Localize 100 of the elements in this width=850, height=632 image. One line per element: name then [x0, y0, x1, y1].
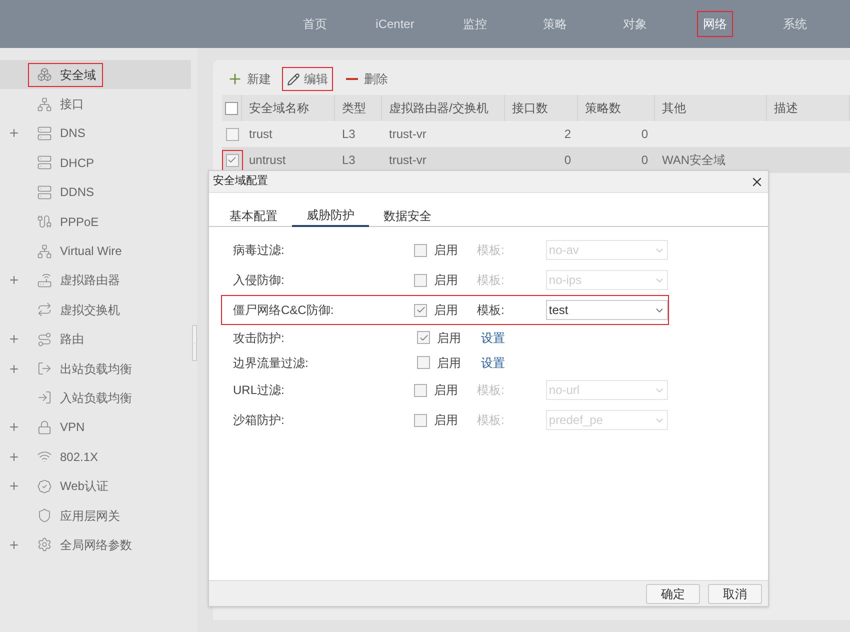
shield-icon — [37, 508, 52, 524]
check-icon — [416, 305, 426, 315]
checkbox[interactable] — [414, 274, 428, 286]
field-label: 模板: — [477, 242, 506, 259]
collapse-handle[interactable] — [192, 325, 197, 361]
template-select[interactable]: test — [546, 300, 668, 320]
checkbox[interactable] — [226, 154, 238, 166]
network-icon — [37, 244, 52, 259]
sidebar-item[interactable]: 安全域 — [0, 60, 191, 90]
table-cell: L3 — [342, 127, 356, 141]
table-cell: 0 — [564, 153, 571, 167]
lock-icon — [37, 420, 52, 435]
dialog-button[interactable]: 确定 — [646, 584, 700, 604]
expand-icon[interactable] — [8, 480, 20, 492]
dialog-tab[interactable]: 数据安全 — [369, 205, 446, 227]
table-cell: WAN安全域 — [662, 153, 726, 167]
sidebar-item[interactable]: DDNS — [0, 178, 191, 207]
column-header: 类型 — [335, 95, 382, 121]
column-header: 策略数 — [578, 95, 655, 121]
dialog-tab[interactable]: 基本配置 — [215, 205, 292, 227]
checkbox[interactable] — [417, 331, 430, 344]
sidebar-item[interactable]: PPPoE — [0, 206, 191, 236]
expand-icon[interactable] — [8, 538, 20, 551]
table-row[interactable]: trust L3 trust-vr 2 0 — [222, 121, 850, 147]
field-label: 模板: — [477, 272, 506, 289]
column-header: 接口数 — [505, 95, 578, 121]
sidebar-item[interactable]: 路由 — [0, 324, 191, 354]
server-icon — [37, 126, 52, 141]
nav-tab[interactable]: 监控 — [435, 11, 515, 37]
checkbox-label: 启用 — [437, 354, 461, 372]
sidebar-item[interactable]: Virtual Wire — [0, 236, 191, 266]
expand-icon[interactable] — [8, 362, 20, 375]
sidebar-item[interactable]: VPN — [0, 412, 191, 442]
table-cell: trust-vr — [389, 153, 426, 167]
table-cell: L3 — [342, 153, 356, 167]
field-label: 边界流量过滤: — [233, 354, 310, 372]
sidebar-item[interactable]: DHCP — [0, 148, 191, 178]
field-label: 模板: — [477, 382, 506, 399]
check-icon — [418, 332, 428, 342]
gear-icon — [37, 537, 52, 552]
checkbox[interactable] — [414, 304, 428, 316]
checkbox[interactable] — [414, 414, 428, 426]
table-cell: untrust — [249, 153, 286, 167]
table-row[interactable]: untrust L3 trust-vr 0 0 WAN安全域 — [222, 147, 850, 173]
server-icon — [37, 155, 52, 170]
nav-tab[interactable]: iCenter — [355, 11, 435, 37]
sidebar-item[interactable]: DNS — [0, 118, 191, 148]
field-label: 沙箱防护: — [233, 412, 286, 429]
checkbox[interactable] — [414, 384, 428, 396]
nav-tab[interactable]: 系统 — [755, 11, 835, 37]
settings-link[interactable]: 设置 — [481, 328, 505, 346]
sidebar-item[interactable]: 应用层网关 — [0, 500, 191, 530]
dialog-button[interactable]: 取消 — [708, 584, 762, 604]
settings-link[interactable]: 设置 — [481, 354, 505, 372]
sidebar-item[interactable]: Web认证 — [0, 471, 191, 501]
expand-icon[interactable] — [8, 274, 20, 286]
nav-tab[interactable]: 策略 — [515, 11, 595, 37]
badge-icon — [37, 478, 52, 494]
repeat-icon — [37, 302, 52, 318]
sidebar-item[interactable]: 全局网络参数 — [0, 530, 191, 560]
checkbox[interactable] — [417, 356, 430, 369]
sidebar-item[interactable]: 接口 — [0, 89, 191, 119]
expand-icon[interactable] — [8, 127, 20, 140]
toolbar-button[interactable]: 删除 — [339, 67, 393, 91]
checkbox[interactable] — [225, 102, 238, 114]
column-header: 虚拟路由器/交换机 — [382, 95, 505, 121]
checkbox-label: 启用 — [434, 382, 458, 399]
checkbox-label: 启用 — [434, 272, 458, 289]
checkbox-label: 启用 — [434, 412, 458, 429]
field-label: 模板: — [477, 302, 506, 319]
table-cell: trust-vr — [389, 127, 426, 141]
checkbox-label: 启用 — [434, 302, 458, 319]
sidebar-item[interactable]: 虚拟交换机 — [0, 295, 191, 325]
sidebar-item[interactable]: 入站负载均衡 — [0, 383, 191, 413]
toolbar-button[interactable]: 编辑 — [282, 67, 333, 91]
exit-icon — [37, 361, 52, 376]
server-icon — [37, 184, 52, 200]
nav-tab[interactable]: 对象 — [595, 11, 675, 37]
cable-icon — [37, 214, 52, 230]
table-cell: 2 — [564, 127, 571, 141]
sidebar-item[interactable]: 虚拟路由器 — [0, 266, 191, 296]
add-icon — [227, 71, 243, 87]
checkbox-label: 启用 — [434, 242, 458, 259]
dialog-title: 安全域配置 — [213, 174, 268, 190]
checkbox[interactable] — [414, 244, 428, 256]
expand-icon[interactable] — [8, 333, 20, 346]
sidebar-item[interactable]: 802.1X — [0, 442, 191, 472]
sidebar-item[interactable]: 出站负载均衡 — [0, 354, 191, 384]
checkbox-label: 启用 — [437, 330, 461, 346]
route-icon — [37, 332, 52, 347]
dialog-tab[interactable]: 威胁防护 — [292, 205, 369, 227]
toolbar-button[interactable]: 新建 — [222, 67, 276, 91]
checkbox[interactable] — [226, 128, 238, 140]
field-label: 病毒过滤: — [233, 242, 286, 259]
nav-tab[interactable]: 首页 — [275, 11, 355, 37]
expand-icon[interactable] — [8, 450, 20, 463]
table-cell: trust — [249, 127, 272, 141]
check-icon — [227, 155, 237, 165]
nav-tab[interactable]: 网络 — [675, 11, 755, 37]
expand-icon[interactable] — [8, 421, 20, 434]
